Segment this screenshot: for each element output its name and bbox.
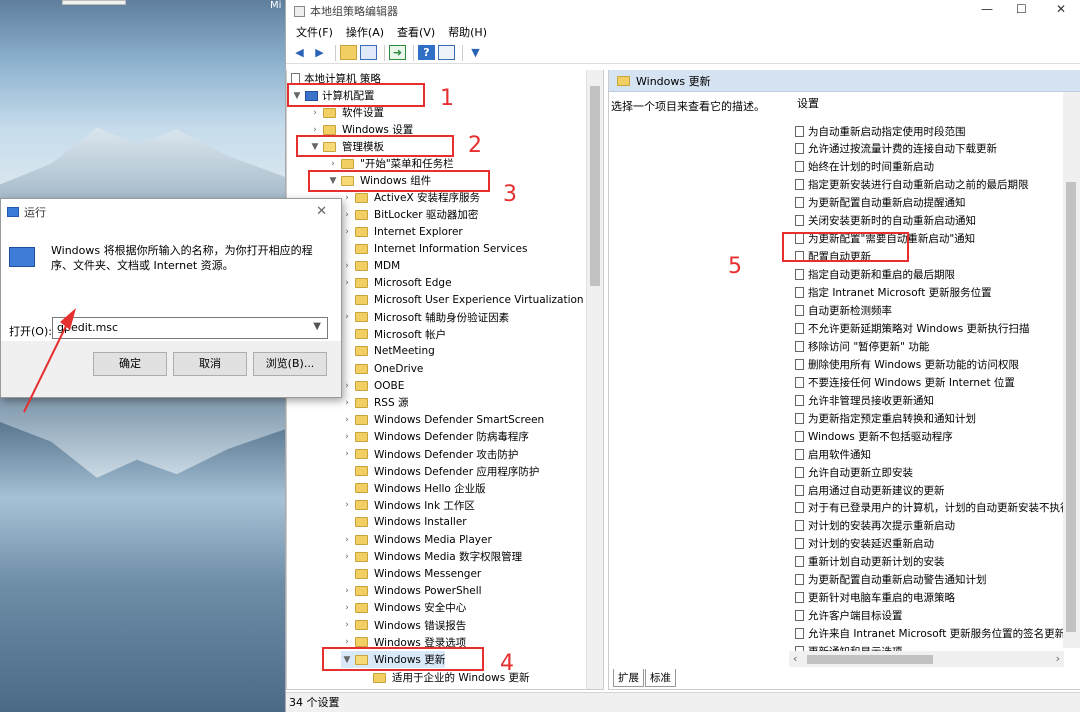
annotation-arrow-icon <box>23 308 76 413</box>
